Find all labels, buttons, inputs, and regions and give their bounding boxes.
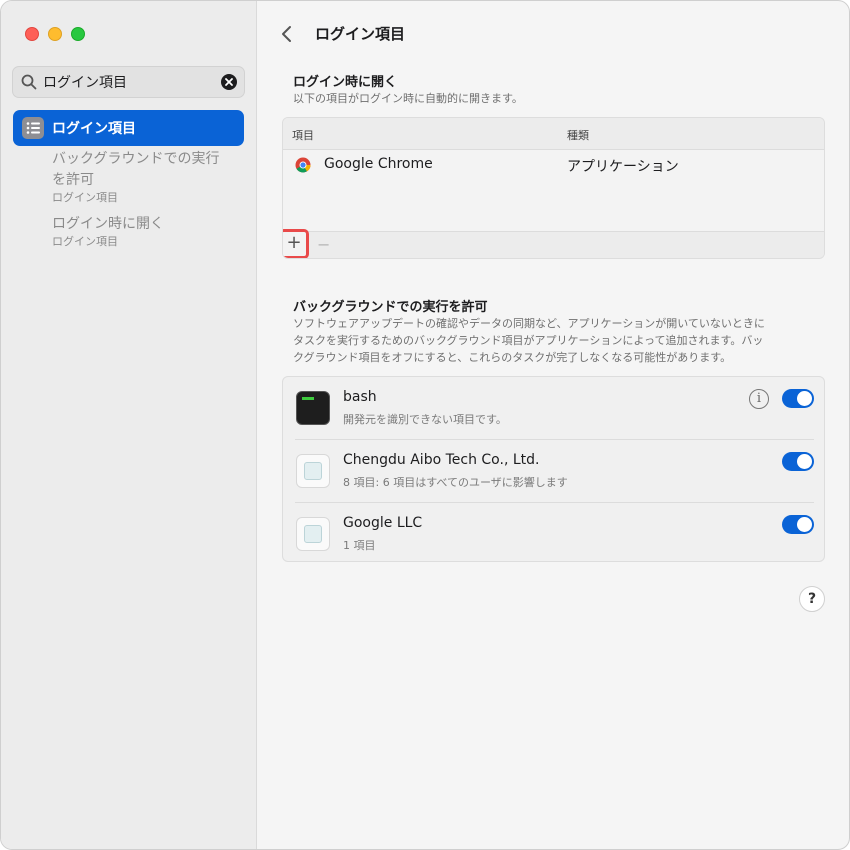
sidebar-item-login-items[interactable]: ログイン項目 bbox=[13, 110, 244, 146]
item-name: Chengdu Aibo Tech Co., Ltd. bbox=[343, 452, 540, 468]
sidebar-item-label: ログイン項目 bbox=[52, 121, 136, 137]
app-icon bbox=[296, 454, 330, 488]
result-caption: ログイン項目 bbox=[52, 191, 118, 204]
result-caption: ログイン項目 bbox=[52, 235, 118, 248]
help-button[interactable]: ? bbox=[799, 586, 825, 612]
search-icon bbox=[21, 74, 37, 90]
remove-login-item-button[interactable]: − bbox=[317, 235, 330, 254]
table-row[interactable]: Google Chrome アプリケーション bbox=[283, 150, 824, 180]
background-section-description-line2: タスクを実行するためのバックグラウンド項目がアプリケーションによって追加されます… bbox=[293, 334, 764, 347]
sidebar-result-background[interactable]: バックグラウンドでの実行 を許可 ログイン項目 bbox=[52, 149, 242, 205]
column-header-kind[interactable]: 種類 bbox=[567, 127, 589, 143]
item-caption: 8 項目: 6 項目はすべてのユーザに影響します bbox=[343, 476, 568, 489]
login-items-table: 項目 種類 Google Chrome アプリケーション + − bbox=[282, 117, 825, 259]
column-header-item[interactable]: 項目 bbox=[292, 127, 314, 143]
list-icon bbox=[22, 117, 44, 139]
minimize-window-button[interactable] bbox=[48, 27, 62, 41]
main-content: ログイン項目 ログイン時に開く 以下の項目がログイン時に自動的に開きます。 項目… bbox=[258, 1, 849, 849]
background-items-list: bash 開発元を識別できない項目です。 i Chengdu Aibo Tech… bbox=[282, 376, 825, 562]
close-window-button[interactable] bbox=[25, 27, 39, 41]
item-caption: 1 項目 bbox=[343, 539, 376, 552]
result-title: バックグラウンドでの実行 bbox=[52, 151, 220, 167]
bash-toggle[interactable] bbox=[782, 389, 814, 408]
list-item: Google LLC 1 項目 bbox=[283, 503, 826, 566]
table-header: 項目 種類 bbox=[283, 118, 824, 150]
table-footer: + − bbox=[283, 229, 824, 258]
chengdu-aibo-toggle[interactable] bbox=[782, 452, 814, 471]
info-icon[interactable]: i bbox=[749, 389, 769, 409]
list-item: bash 開発元を識別できない項目です。 i bbox=[283, 377, 826, 440]
item-name: bash bbox=[343, 389, 377, 405]
chevron-left-icon[interactable] bbox=[280, 25, 294, 43]
sidebar: ログイン項目 バックグラウンドでの実行 を許可 ログイン項目 ログイン時に開く … bbox=[1, 1, 257, 849]
zoom-window-button[interactable] bbox=[71, 27, 85, 41]
background-section-description-line3: クグラウンド項目をオフにすると、これらのタスクが完了しなくなる可能性があります。 bbox=[293, 351, 732, 364]
row-name: Google Chrome bbox=[324, 156, 433, 172]
sidebar-result-open-at-login[interactable]: ログイン時に開く ログイン項目 bbox=[52, 214, 242, 249]
result-title: ログイン時に開く bbox=[52, 216, 164, 232]
app-icon bbox=[296, 517, 330, 551]
login-section-description: 以下の項目がログイン時に自動的に開きます。 bbox=[293, 92, 523, 105]
sidebar-search[interactable] bbox=[12, 66, 245, 98]
item-caption: 開発元を識別できない項目です。 bbox=[343, 413, 507, 426]
background-section-description-line1: ソフトウェアアップデートの確認やデータの同期など、アプリケーションが開いていない… bbox=[293, 317, 765, 330]
chrome-icon bbox=[295, 157, 311, 173]
row-kind: アプリケーション bbox=[567, 159, 679, 175]
clear-search-icon[interactable] bbox=[221, 74, 237, 90]
result-title-line2: を許可 bbox=[52, 172, 94, 188]
terminal-icon bbox=[296, 391, 330, 425]
login-section-title: ログイン時に開く bbox=[293, 75, 398, 90]
google-llc-toggle[interactable] bbox=[782, 515, 814, 534]
item-name: Google LLC bbox=[343, 515, 423, 531]
list-item: Chengdu Aibo Tech Co., Ltd. 8 項目: 6 項目はす… bbox=[283, 440, 826, 503]
search-input[interactable] bbox=[43, 72, 218, 92]
page-title: ログイン項目 bbox=[315, 25, 406, 43]
add-login-item-button[interactable]: + bbox=[283, 229, 309, 258]
settings-window: ログイン項目 バックグラウンドでの実行 を許可 ログイン項目 ログイン時に開く … bbox=[0, 0, 850, 850]
background-section-title: バックグラウンドでの実行を許可 bbox=[293, 300, 488, 315]
